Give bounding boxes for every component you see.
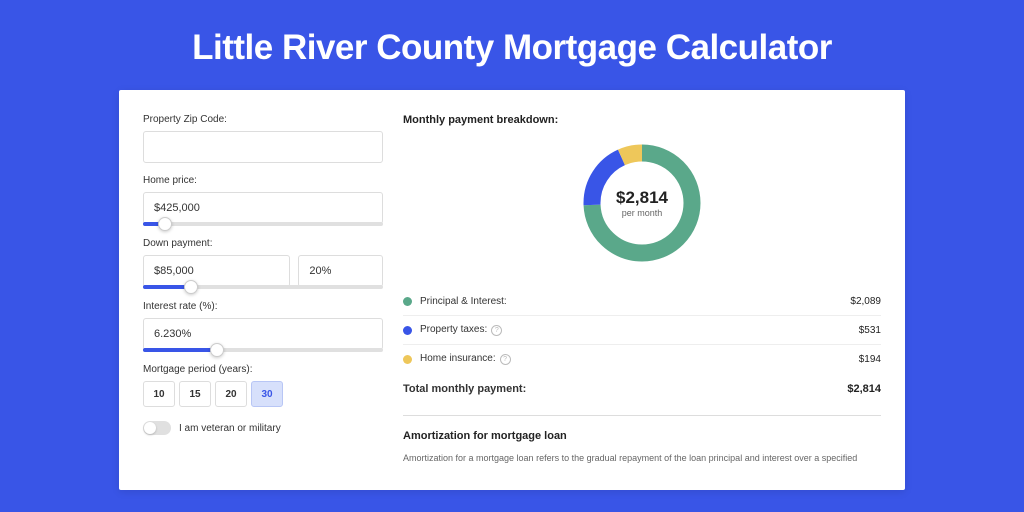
legend-dot-icon [403, 355, 412, 364]
veteran-toggle-row: I am veteran or military [143, 421, 383, 435]
home-price-input[interactable] [143, 192, 383, 224]
slider-handle-icon[interactable] [210, 343, 224, 357]
period-button-15[interactable]: 15 [179, 381, 211, 407]
interest-field-group: Interest rate (%): [143, 301, 383, 352]
amortization-title: Amortization for mortgage loan [403, 430, 881, 442]
total-row: Total monthly payment: $2,814 [403, 373, 881, 409]
veteran-toggle[interactable] [143, 421, 171, 435]
donut-subtitle: per month [622, 208, 663, 218]
home-price-label: Home price: [143, 175, 383, 186]
legend-row: Property taxes:?$531 [403, 316, 881, 345]
legend-dot-icon [403, 326, 412, 335]
interest-input[interactable] [143, 318, 383, 350]
down-payment-percent-input[interactable] [298, 255, 383, 287]
down-payment-field-group: Down payment: [143, 238, 383, 289]
legend-label: Property taxes:? [420, 324, 859, 336]
donut-chart-wrap: $2,814 per month [403, 138, 881, 268]
legend-value: $194 [859, 354, 881, 365]
slider-handle-icon[interactable] [184, 280, 198, 294]
period-label: Mortgage period (years): [143, 364, 383, 375]
donut-amount: $2,814 [616, 188, 668, 208]
info-icon[interactable]: ? [491, 325, 502, 336]
veteran-label: I am veteran or military [179, 423, 281, 434]
inputs-column: Property Zip Code: Home price: Down paym… [143, 114, 383, 466]
donut-chart: $2,814 per month [577, 138, 707, 268]
info-icon[interactable]: ? [500, 354, 511, 365]
home-price-field-group: Home price: [143, 175, 383, 226]
down-payment-label: Down payment: [143, 238, 383, 249]
home-price-slider[interactable] [143, 222, 383, 226]
zip-input[interactable] [143, 131, 383, 163]
period-button-20[interactable]: 20 [215, 381, 247, 407]
period-button-10[interactable]: 10 [143, 381, 175, 407]
down-payment-input[interactable] [143, 255, 290, 287]
breakdown-column: Monthly payment breakdown: $2,814 per mo… [403, 114, 881, 466]
legend-dot-icon [403, 297, 412, 306]
legend-value: $531 [859, 325, 881, 336]
total-label: Total monthly payment: [403, 383, 847, 395]
legend-row: Home insurance:?$194 [403, 345, 881, 373]
period-button-30[interactable]: 30 [251, 381, 283, 407]
interest-slider[interactable] [143, 348, 383, 352]
zip-field-group: Property Zip Code: [143, 114, 383, 163]
divider [403, 415, 881, 416]
legend-label: Principal & Interest: [420, 296, 850, 307]
interest-label: Interest rate (%): [143, 301, 383, 312]
calculator-card: Property Zip Code: Home price: Down paym… [119, 90, 905, 490]
down-payment-slider[interactable] [143, 285, 383, 289]
slider-handle-icon[interactable] [158, 217, 172, 231]
period-field-group: Mortgage period (years): 10152030 [143, 364, 383, 407]
legend-label: Home insurance:? [420, 353, 859, 365]
breakdown-title: Monthly payment breakdown: [403, 114, 881, 126]
zip-label: Property Zip Code: [143, 114, 383, 125]
total-value: $2,814 [847, 383, 881, 395]
legend-row: Principal & Interest:$2,089 [403, 288, 881, 316]
toggle-knob-icon [144, 422, 156, 434]
page-title: Little River County Mortgage Calculator [0, 0, 1024, 90]
amortization-text: Amortization for a mortgage loan refers … [403, 452, 881, 466]
legend-value: $2,089 [850, 296, 881, 307]
